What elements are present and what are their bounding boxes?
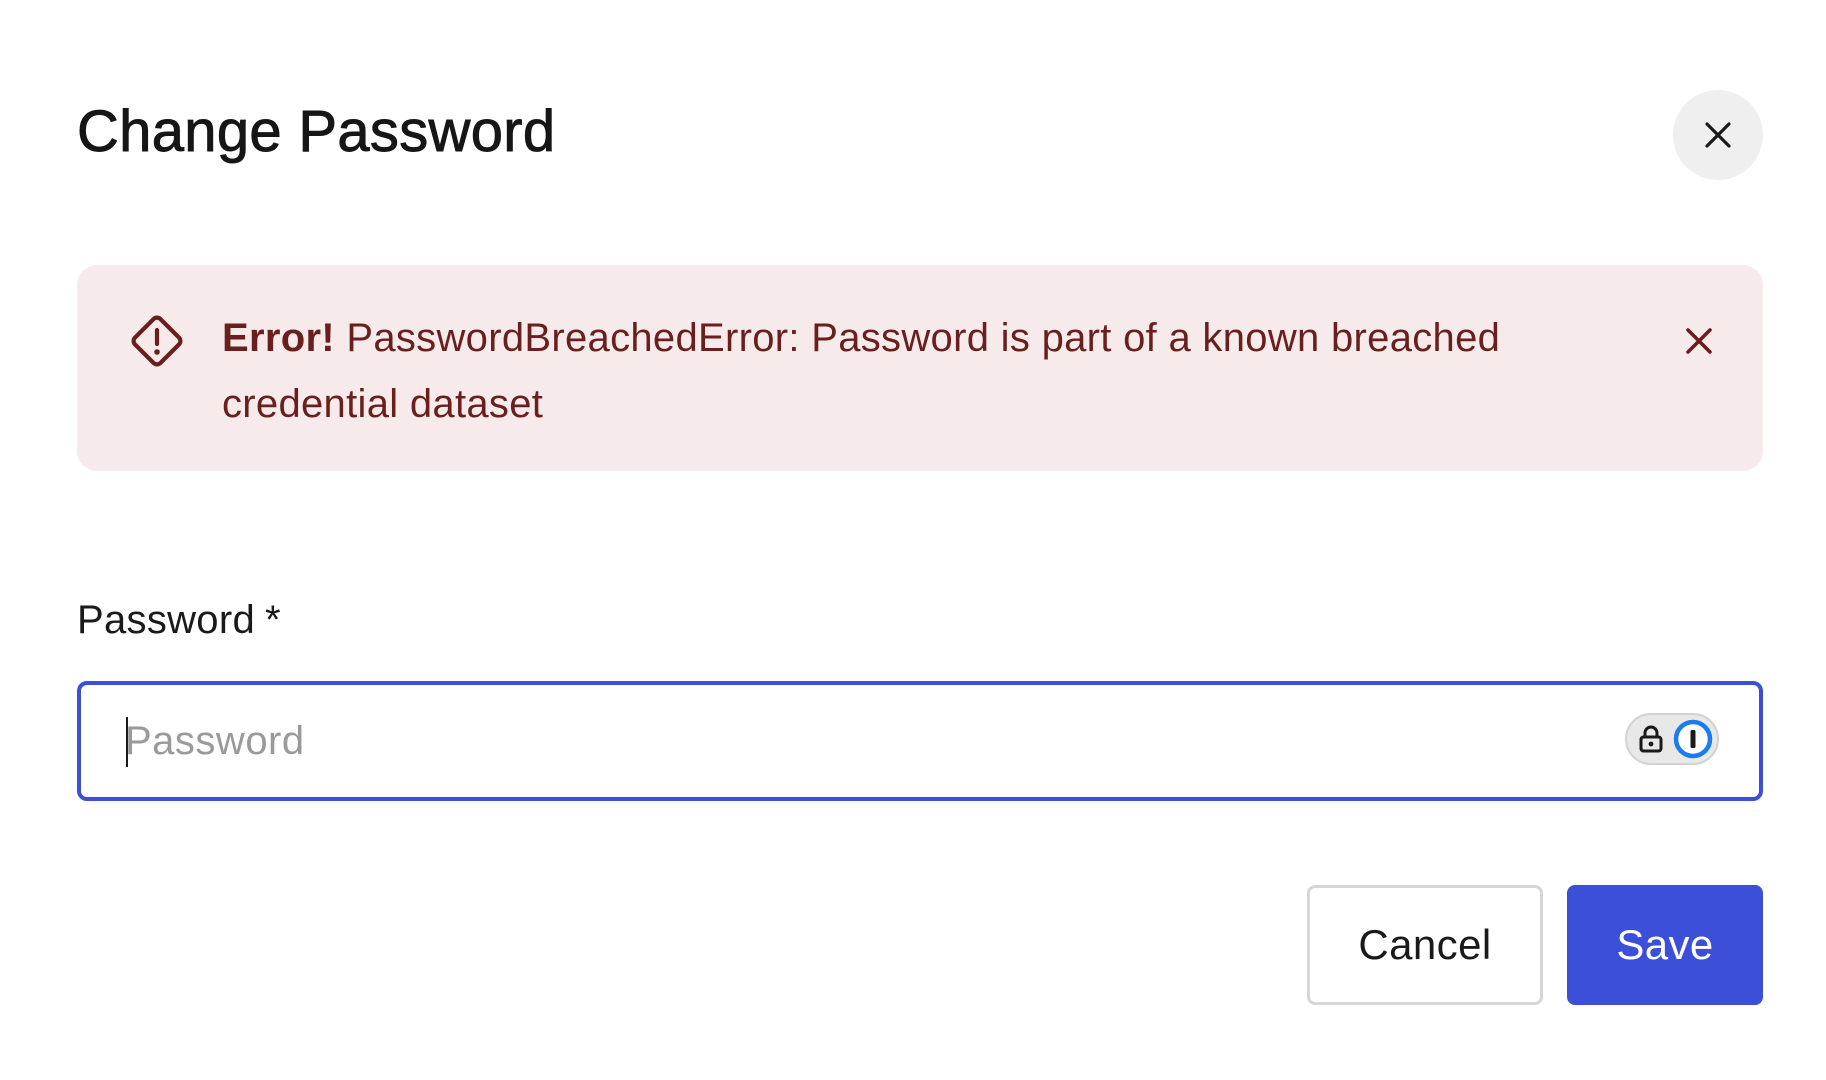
cancel-button[interactable]: Cancel bbox=[1307, 885, 1543, 1005]
password-manager-icon bbox=[1673, 719, 1713, 759]
password-label-text: Password bbox=[77, 598, 256, 642]
save-button[interactable]: Save bbox=[1567, 885, 1763, 1005]
error-alert: Error! PasswordBreachedError: Password i… bbox=[77, 265, 1763, 471]
lock-icon bbox=[1639, 725, 1663, 753]
dialog-title: Change Password bbox=[77, 99, 556, 165]
text-caret bbox=[126, 717, 128, 767]
alert-dismiss-button[interactable] bbox=[1673, 315, 1725, 367]
password-manager-button[interactable] bbox=[1625, 713, 1719, 765]
password-field-container bbox=[77, 681, 1763, 801]
dialog-actions: Cancel Save bbox=[1307, 885, 1763, 1005]
change-password-dialog: Change Password Error! PasswordBreachedE… bbox=[0, 0, 1826, 1080]
alert-message: Error! PasswordBreachedError: Password i… bbox=[222, 305, 1512, 437]
dialog-close-button[interactable] bbox=[1673, 90, 1763, 180]
close-icon bbox=[1686, 328, 1712, 354]
dialog-header: Change Password bbox=[77, 90, 1766, 180]
required-marker: * bbox=[265, 598, 281, 642]
alert-prefix: Error! bbox=[222, 316, 335, 360]
password-input[interactable] bbox=[125, 685, 1525, 797]
warning-diamond-icon bbox=[131, 315, 183, 367]
close-icon bbox=[1705, 122, 1731, 148]
alert-message-text: PasswordBreachedError: Password is part … bbox=[222, 316, 1501, 426]
password-label: Password * bbox=[77, 598, 281, 643]
